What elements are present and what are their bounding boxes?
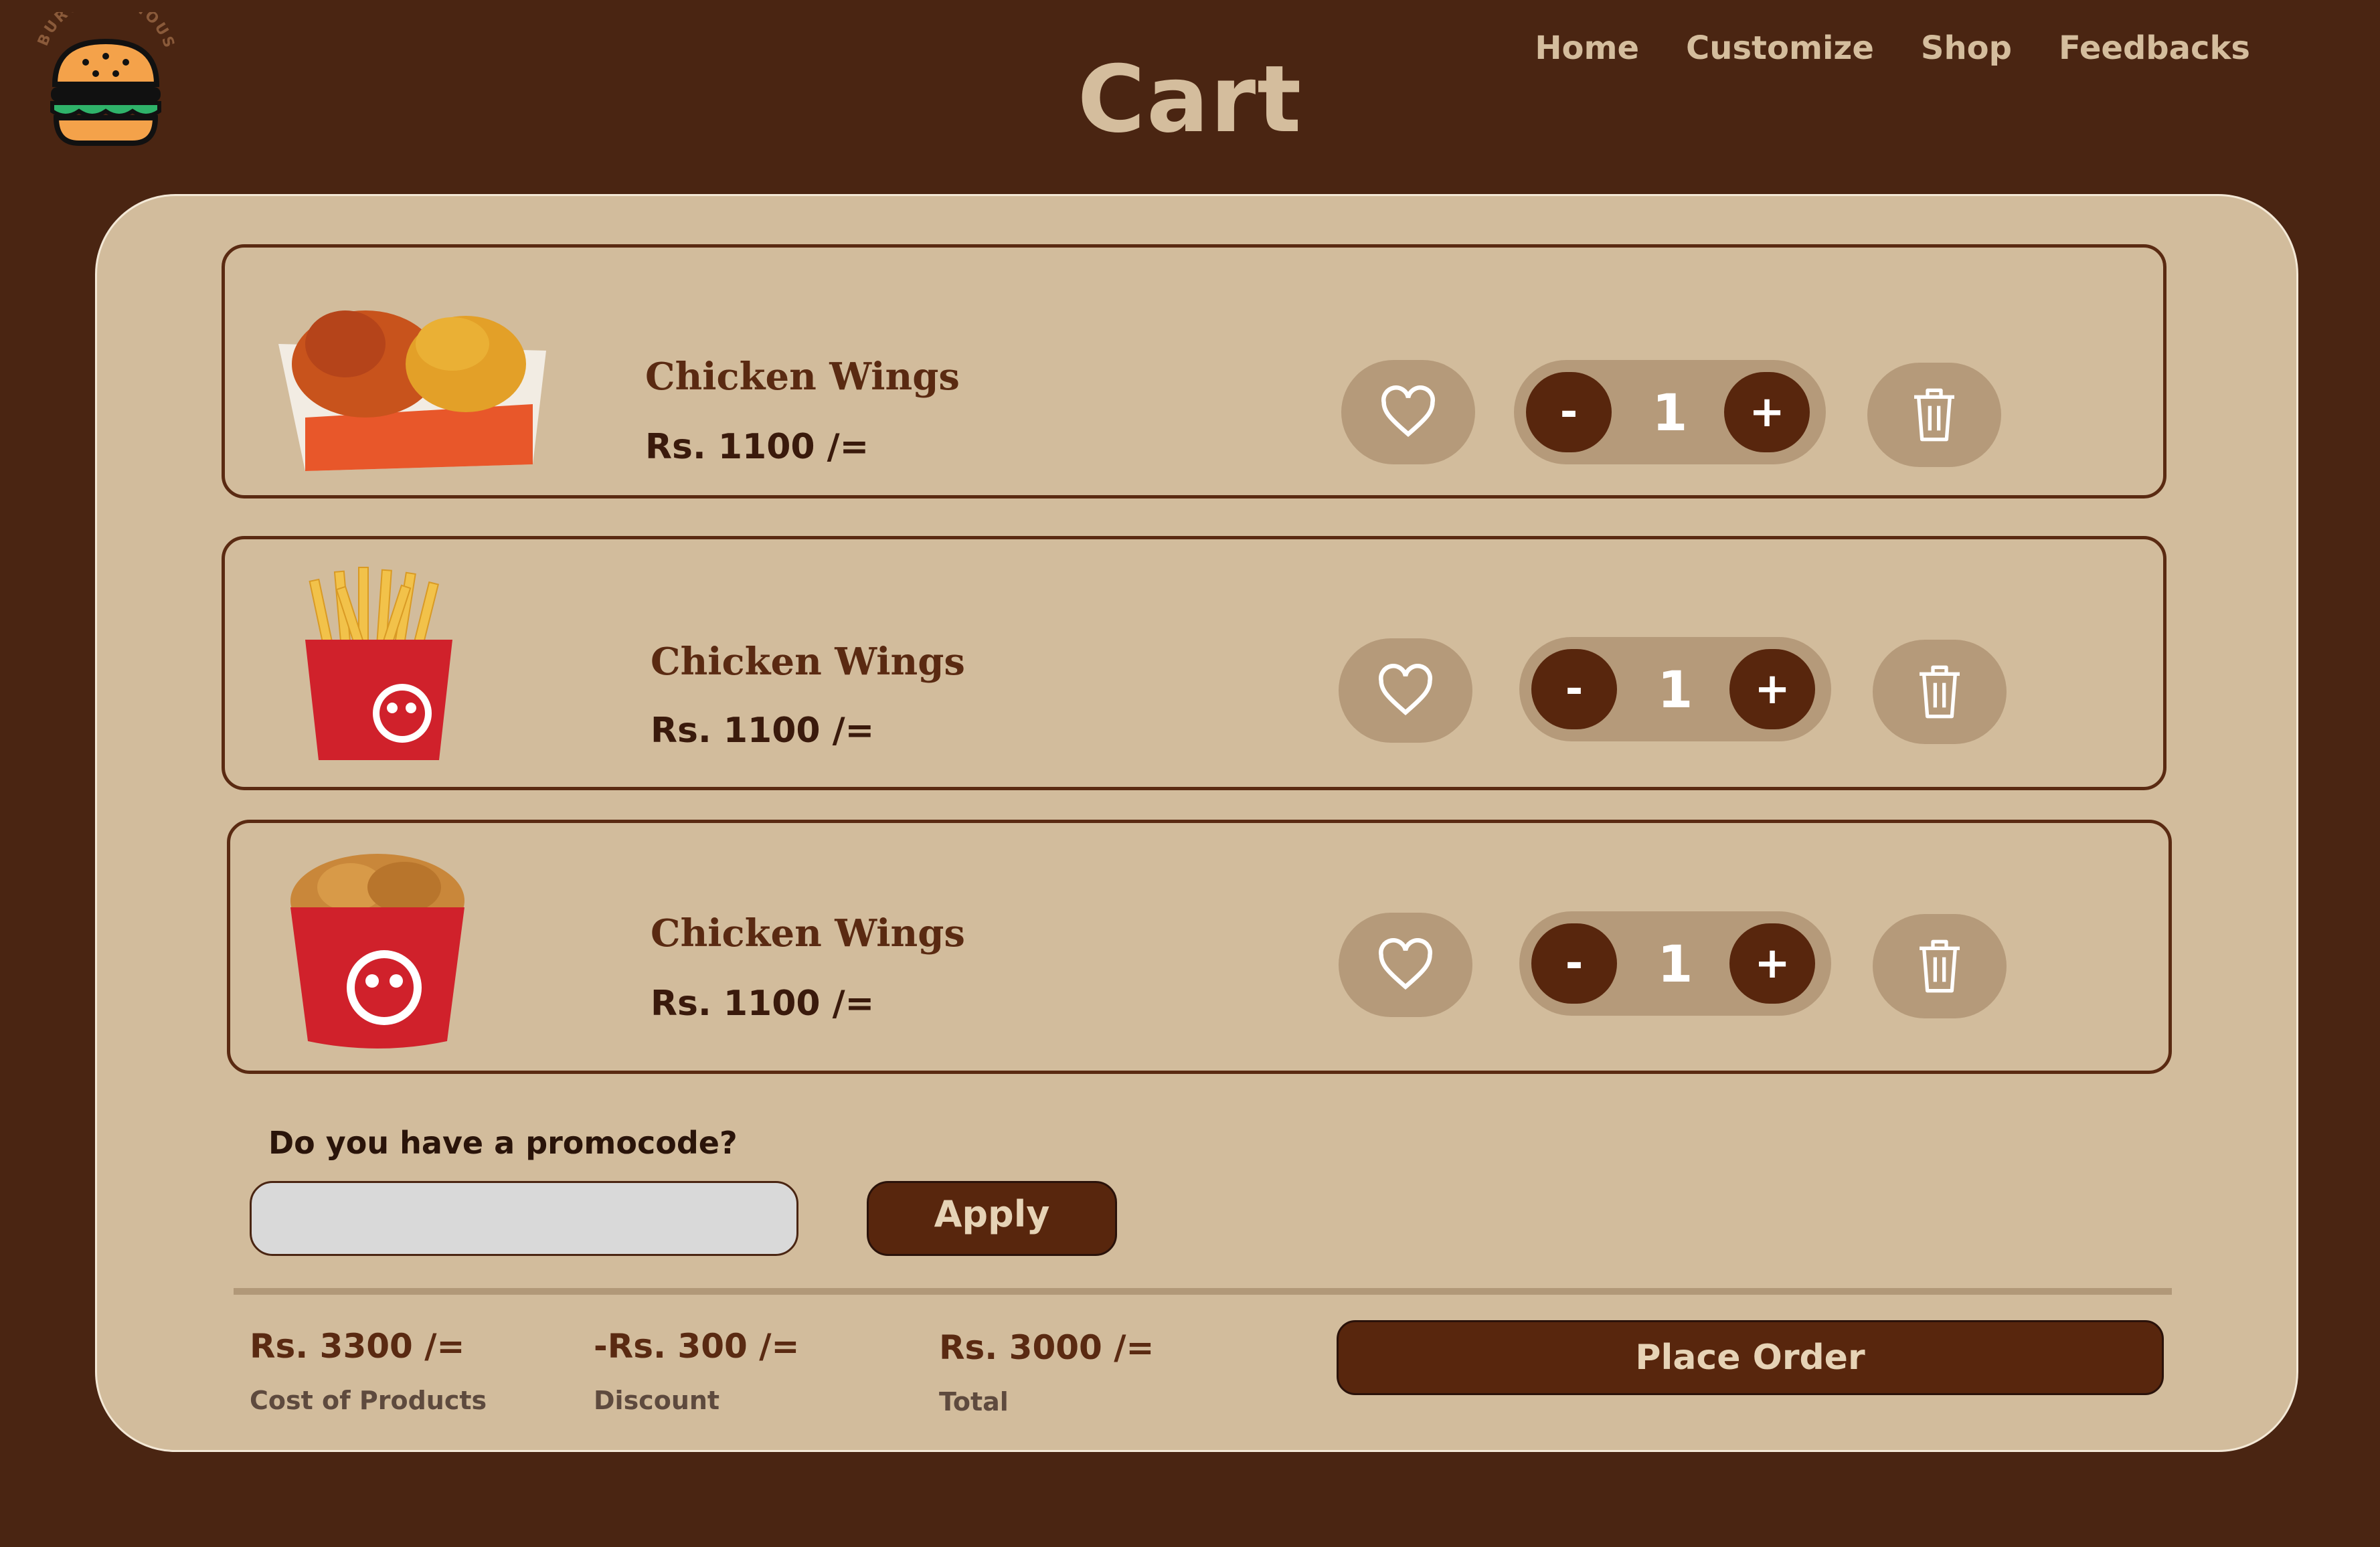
chicken-box-image: [278, 310, 546, 471]
increase-button[interactable]: +: [1729, 649, 1815, 729]
total-label: Total: [939, 1387, 1009, 1417]
item-name: Chicken Wings: [651, 640, 965, 684]
favorite-button[interactable]: [1339, 638, 1472, 743]
fries-image: [305, 567, 452, 760]
favorite-button[interactable]: [1339, 913, 1472, 1017]
quantity-stepper: - 1 +: [1519, 637, 1831, 741]
quantity-value: 1: [1652, 382, 1688, 442]
discount-value: -Rs. 300 /=: [594, 1327, 800, 1366]
chicken-bucket-image: [290, 854, 464, 1049]
decrease-button[interactable]: -: [1531, 649, 1617, 729]
item-price: Rs. 1100 /=: [645, 427, 869, 467]
nav-shop[interactable]: Shop: [1921, 29, 2012, 67]
heart-icon: [1379, 664, 1432, 716]
delete-button[interactable]: [1873, 640, 2007, 744]
total-value: Rs. 3000 /=: [939, 1328, 1155, 1367]
quantity-value: 1: [1657, 933, 1693, 994]
trash-icon: [1920, 665, 1960, 719]
increase-button[interactable]: +: [1729, 923, 1815, 1004]
apply-button[interactable]: Apply: [867, 1181, 1117, 1256]
cart-panel: Chicken Wings Rs. 1100 /= - 1 + Chicken …: [95, 194, 2298, 1452]
delete-button[interactable]: [1867, 363, 2001, 467]
cart-item: Chicken Wings Rs. 1100 /= - 1 +: [222, 536, 2166, 790]
trash-icon: [1920, 939, 1960, 993]
discount-label: Discount: [594, 1386, 720, 1415]
decrease-button[interactable]: -: [1531, 923, 1617, 1004]
heart-icon: [1379, 938, 1432, 990]
favorite-button[interactable]: [1341, 360, 1475, 464]
divider: [234, 1288, 2172, 1295]
item-name: Chicken Wings: [651, 911, 965, 955]
quantity-stepper: - 1 +: [1519, 911, 1831, 1016]
cart-item: Chicken Wings Rs. 1100 /= - 1 +: [222, 244, 2166, 498]
top-nav: Home Customize Shop Feedbacks: [1488, 29, 2250, 67]
nav-customize[interactable]: Customize: [1686, 29, 1874, 67]
increase-button[interactable]: +: [1724, 372, 1810, 452]
item-price: Rs. 1100 /=: [651, 711, 875, 751]
decrease-button[interactable]: -: [1526, 372, 1612, 452]
nav-home[interactable]: Home: [1535, 29, 1639, 67]
quantity-stepper: - 1 +: [1514, 360, 1826, 464]
nav-feedbacks[interactable]: Feedbacks: [2059, 29, 2250, 67]
place-order-button[interactable]: Place Order: [1337, 1320, 2164, 1395]
cost-value: Rs. 3300 /=: [250, 1327, 465, 1366]
cost-label: Cost of Products: [250, 1386, 487, 1415]
cart-item: Chicken Wings Rs. 1100 /= - 1 +: [227, 820, 2172, 1074]
promo-code-input[interactable]: [250, 1181, 798, 1256]
promo-label: Do you have a promocode?: [268, 1125, 738, 1161]
delete-button[interactable]: [1873, 914, 2007, 1018]
item-price: Rs. 1100 /=: [651, 984, 875, 1024]
heart-icon: [1381, 385, 1435, 438]
item-name: Chicken Wings: [645, 355, 960, 399]
trash-icon: [1914, 388, 1954, 442]
quantity-value: 1: [1657, 659, 1693, 719]
